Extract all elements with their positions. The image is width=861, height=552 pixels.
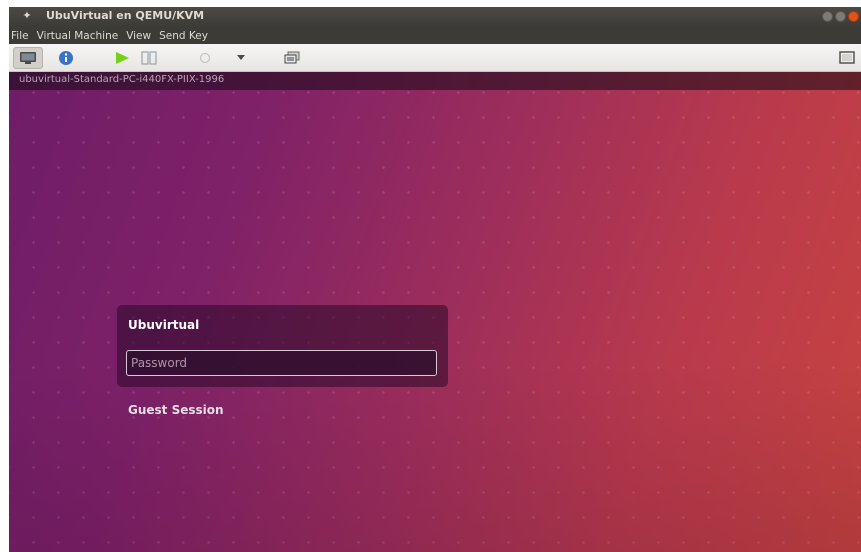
guest-hostname: ubuvirtual-Standard-PC-i440FX-PIIX-1996 xyxy=(19,74,225,85)
info-icon xyxy=(59,51,73,65)
window-controls xyxy=(822,11,859,22)
password-input[interactable] xyxy=(126,350,437,376)
run-button[interactable] xyxy=(109,47,135,69)
menu-view[interactable]: View xyxy=(122,30,155,42)
play-icon xyxy=(116,52,129,64)
title-bar[interactable]: ✦ UbuVirtual en QEMU/KVM xyxy=(9,7,861,27)
minimize-button[interactable] xyxy=(822,11,833,22)
window-menu-icon[interactable]: ✦ xyxy=(21,10,33,22)
clone-icon xyxy=(284,51,300,64)
guest-session-link[interactable]: Guest Session xyxy=(128,403,224,417)
login-username[interactable]: Ubuvirtual xyxy=(128,318,199,332)
vm-viewer-window: ✦ UbuVirtual en QEMU/KVM File Virtual Ma… xyxy=(9,7,861,552)
monitor-icon xyxy=(20,52,36,64)
pause-button[interactable] xyxy=(136,47,162,69)
menu-send-key[interactable]: Send Key xyxy=(155,30,212,42)
guest-top-bar: ubuvirtual-Standard-PC-i440FX-PIIX-1996 xyxy=(9,72,861,90)
menu-virtual-machine[interactable]: Virtual Machine xyxy=(33,30,123,42)
console-view-button[interactable] xyxy=(13,47,43,69)
toolbar xyxy=(9,44,861,72)
menu-bar: File Virtual Machine View Send Key xyxy=(9,27,861,44)
fullscreen-icon xyxy=(839,51,855,64)
power-icon xyxy=(199,52,211,64)
window-title: UbuVirtual en QEMU/KVM xyxy=(46,9,205,22)
shutdown-button[interactable] xyxy=(194,47,216,69)
shutdown-menu-button[interactable] xyxy=(233,47,249,69)
login-box: Ubuvirtual xyxy=(117,305,448,387)
vm-display[interactable]: ubuvirtual-Standard-PC-i440FX-PIIX-1996 … xyxy=(9,72,861,552)
close-button[interactable] xyxy=(848,11,859,22)
maximize-button[interactable] xyxy=(835,11,846,22)
menu-file[interactable]: File xyxy=(9,30,33,42)
fullscreen-button[interactable] xyxy=(835,47,859,69)
details-button[interactable] xyxy=(53,47,79,69)
dropdown-arrow-icon xyxy=(237,55,245,60)
snapshot-button[interactable] xyxy=(279,47,305,69)
pause-icon xyxy=(141,51,157,65)
